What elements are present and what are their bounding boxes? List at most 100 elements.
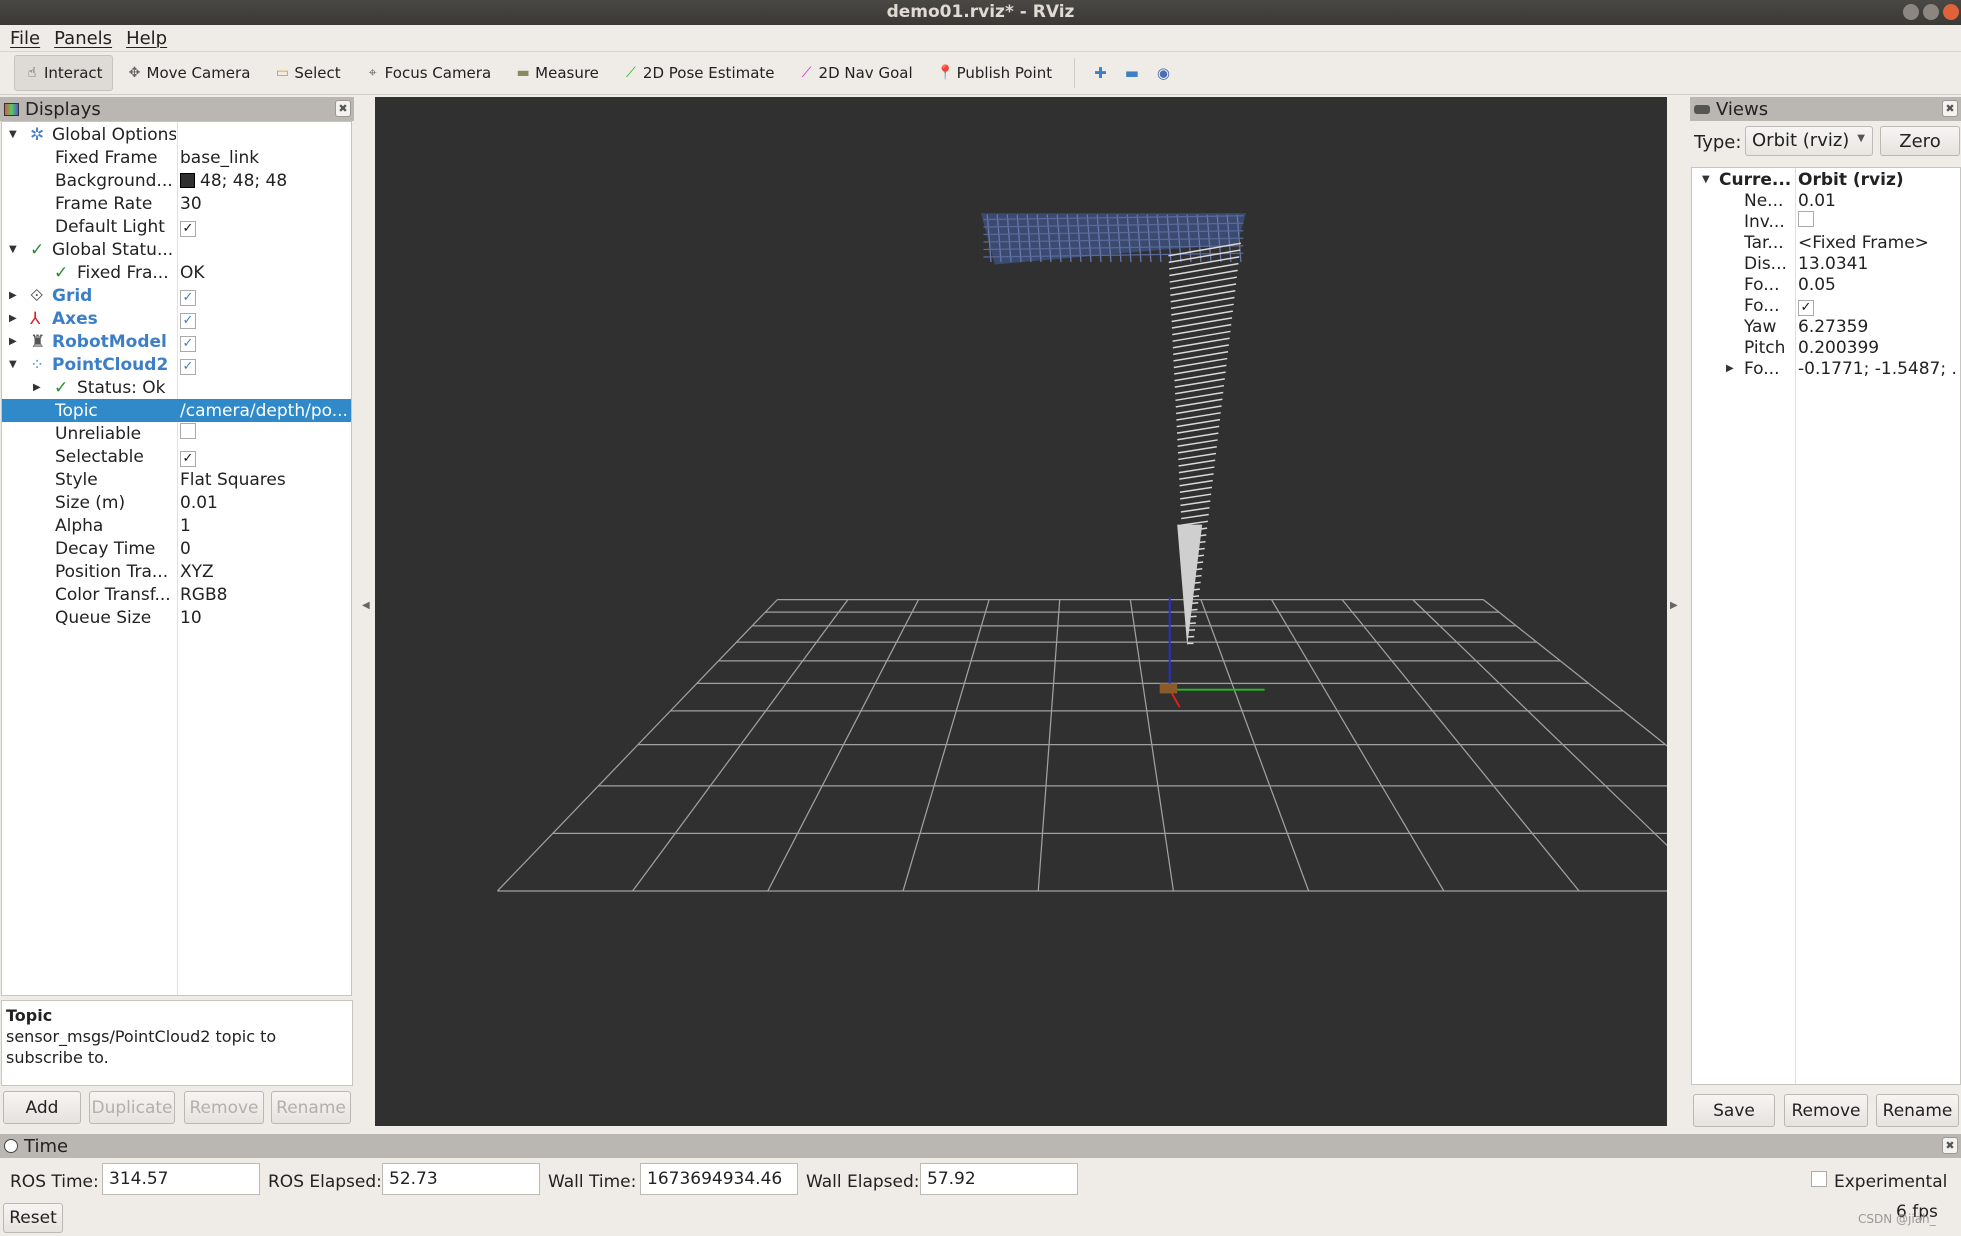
- display-row[interactable]: Size (m) 0.01: [2, 491, 351, 514]
- tool-measure[interactable]: ▬ Measure: [505, 55, 609, 91]
- property-value[interactable]: ✓: [1798, 296, 1958, 316]
- save-view-button[interactable]: Save: [1693, 1094, 1775, 1127]
- property-value[interactable]: ✓: [180, 332, 350, 352]
- checkbox[interactable]: [1798, 211, 1814, 227]
- chevron-right-icon[interactable]: ▶: [33, 382, 41, 393]
- display-row[interactable]: Frame Rate 30: [2, 192, 351, 215]
- menu-panels[interactable]: Panels: [54, 28, 112, 49]
- minus-icon[interactable]: ▬: [1118, 55, 1146, 91]
- chevron-down-icon[interactable]: ▼: [9, 359, 17, 370]
- chevron-right-icon[interactable]: ▶: [9, 290, 17, 301]
- property-value[interactable]: [1798, 211, 1958, 232]
- view-property-row[interactable]: Yaw 6.27359: [1692, 316, 1960, 337]
- checkbox[interactable]: ✓: [180, 358, 196, 375]
- close-icon[interactable]: ✖: [335, 100, 351, 117]
- property-value[interactable]: ✓: [180, 309, 350, 329]
- display-row[interactable]: ▼ ✓ Global Statu...: [2, 238, 351, 261]
- tool-2d-nav-goal[interactable]: ⟋ 2D Nav Goal: [789, 55, 923, 91]
- property-value[interactable]: ✓: [180, 355, 350, 375]
- tool-move-camera[interactable]: ✥ Move Camera: [117, 55, 261, 91]
- display-row[interactable]: Decay Time 0: [2, 537, 351, 560]
- collapse-left-handle[interactable]: ◀: [362, 600, 370, 611]
- view-property-row[interactable]: Dis... 13.0341: [1692, 253, 1960, 274]
- display-row[interactable]: ▼ ✲ Global Options: [2, 123, 351, 146]
- checkbox[interactable]: ✓: [1798, 299, 1814, 316]
- wall-elapsed-field[interactable]: 57.92: [920, 1163, 1078, 1195]
- plus-icon[interactable]: ✚: [1087, 55, 1114, 91]
- display-row[interactable]: Default Light ✓: [2, 215, 351, 238]
- experimental-checkbox[interactable]: [1811, 1171, 1827, 1187]
- maximize-button[interactable]: [1923, 4, 1939, 20]
- collapse-right-handle[interactable]: ▶: [1670, 600, 1678, 611]
- tool-2d-pose-estimate[interactable]: ⟋ 2D Pose Estimate: [613, 55, 785, 91]
- tool-interact[interactable]: ☝ Interact: [14, 55, 113, 91]
- display-row[interactable]: Topic/camera/depth/po...: [2, 399, 351, 422]
- remove-display-button[interactable]: Remove: [184, 1091, 264, 1124]
- ros-elapsed-field[interactable]: 52.73: [382, 1163, 540, 1195]
- property-value[interactable]: [180, 423, 350, 444]
- view-property-row[interactable]: ▼ Curre... Orbit (rviz): [1692, 169, 1960, 190]
- display-row[interactable]: Unreliable: [2, 422, 351, 445]
- property-value[interactable]: ✓: [180, 286, 350, 306]
- checkbox[interactable]: [180, 423, 196, 439]
- display-row[interactable]: ✓ Fixed Fra... OK: [2, 261, 351, 284]
- rename-view-button[interactable]: Rename: [1876, 1094, 1959, 1127]
- value-text: 10: [180, 607, 202, 628]
- checkbox[interactable]: ✓: [180, 312, 196, 329]
- property-value[interactable]: ✓: [180, 217, 350, 237]
- close-icon[interactable]: ✖: [1942, 100, 1958, 117]
- display-row[interactable]: Style Flat Squares: [2, 468, 351, 491]
- chevron-down-icon[interactable]: ▼: [9, 244, 17, 255]
- view-property-row[interactable]: Tar... <Fixed Frame>: [1692, 232, 1960, 253]
- tool-select[interactable]: ▭ Select: [264, 55, 350, 91]
- display-row[interactable]: Fixed Frame base_link: [2, 146, 351, 169]
- chevron-down-icon[interactable]: ▼: [1702, 174, 1710, 185]
- remove-view-button[interactable]: Remove: [1784, 1094, 1868, 1127]
- 3d-viewport[interactable]: [375, 97, 1850, 1126]
- tool-publish-point[interactable]: 📍 Publish Point: [927, 55, 1062, 91]
- property-value[interactable]: ✓: [180, 447, 350, 467]
- chevron-down-icon[interactable]: ▼: [9, 129, 17, 140]
- view-property-row[interactable]: Ne... 0.01: [1692, 190, 1960, 211]
- rename-display-button[interactable]: Rename: [271, 1091, 351, 1124]
- view-type-select[interactable]: Orbit (rviz) ▼: [1745, 126, 1873, 156]
- view-property-row[interactable]: ▶ Fo... -0.1771; -1.5487; ...: [1692, 358, 1960, 379]
- reset-button[interactable]: Reset: [3, 1203, 63, 1233]
- eye-icon[interactable]: ◉: [1150, 55, 1177, 91]
- add-button[interactable]: Add: [3, 1091, 81, 1124]
- view-property-row[interactable]: Fo... 0.05: [1692, 274, 1960, 295]
- view-property-row[interactable]: Inv...: [1692, 211, 1960, 232]
- minimize-button[interactable]: [1903, 4, 1919, 20]
- display-row[interactable]: Color Transf... RGB8: [2, 583, 351, 606]
- view-property-row[interactable]: Pitch 0.200399: [1692, 337, 1960, 358]
- display-row[interactable]: Background... 48; 48; 48: [2, 169, 351, 192]
- wall-time-field[interactable]: 1673694934.46: [640, 1163, 798, 1195]
- view-property-row[interactable]: Fo... ✓: [1692, 295, 1960, 316]
- display-row[interactable]: Queue Size 10: [2, 606, 351, 629]
- checkbox[interactable]: ✓: [180, 450, 196, 467]
- zero-button[interactable]: Zero: [1880, 126, 1960, 156]
- display-row[interactable]: ▼ ⁘ PointCloud2 ✓: [2, 353, 351, 376]
- display-row[interactable]: ▶ ♜ RobotModel ✓: [2, 330, 351, 353]
- close-icon[interactable]: ✖: [1942, 1137, 1958, 1154]
- display-row[interactable]: ▶ ⟐ Grid ✓: [2, 284, 351, 307]
- tool-focus-camera[interactable]: ⌖ Focus Camera: [355, 55, 501, 91]
- display-row[interactable]: Selectable ✓: [2, 445, 351, 468]
- display-row[interactable]: ▶ ✓ Status: Ok: [2, 376, 351, 399]
- chevron-right-icon[interactable]: ▶: [9, 336, 17, 347]
- display-row[interactable]: Alpha 1: [2, 514, 351, 537]
- chevron-right-icon[interactable]: ▶: [1726, 363, 1734, 374]
- checkbox[interactable]: ✓: [180, 220, 196, 237]
- duplicate-button[interactable]: Duplicate: [89, 1091, 175, 1124]
- ros-time-field[interactable]: 314.57: [102, 1163, 260, 1195]
- menu-file[interactable]: File: [10, 28, 40, 49]
- chevron-right-icon[interactable]: ▶: [9, 313, 17, 324]
- menu-help[interactable]: Help: [126, 28, 167, 49]
- 3d-scene[interactable]: [375, 97, 1850, 1126]
- close-window-button[interactable]: [1943, 4, 1959, 20]
- checkbox[interactable]: ✓: [180, 289, 196, 306]
- display-row[interactable]: ▶ ⅄ Axes ✓: [2, 307, 351, 330]
- checkbox[interactable]: ✓: [180, 335, 196, 352]
- display-row[interactable]: Position Tra... XYZ: [2, 560, 351, 583]
- color-swatch[interactable]: [180, 172, 195, 188]
